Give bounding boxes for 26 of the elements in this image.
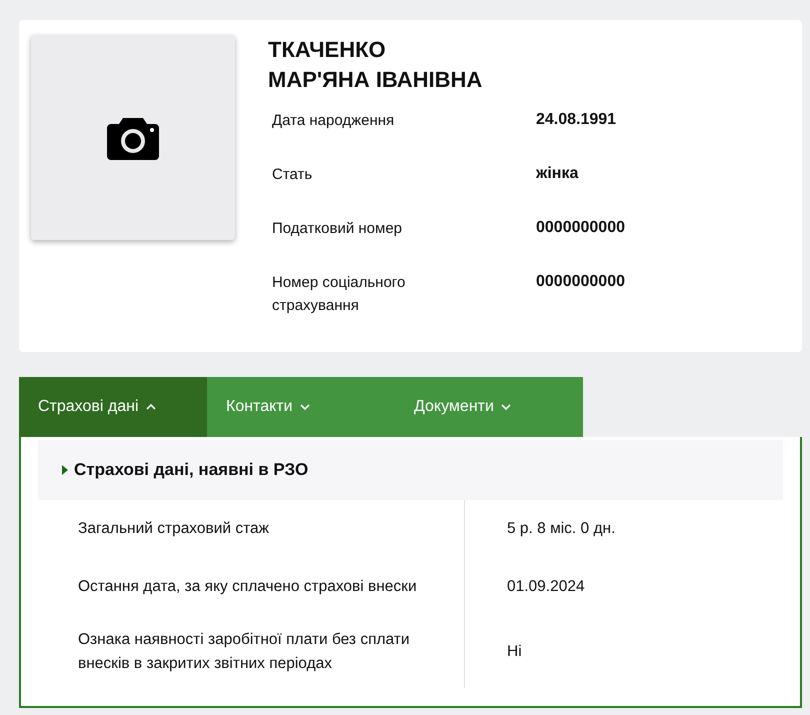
section-title: Страхові дані, наявні в РЗО — [74, 460, 308, 480]
tab[interactable]: Документи — [395, 377, 583, 437]
row-label: Ознака наявності заробітної плати без сплати внесків в закритих звітних періодах — [78, 630, 411, 674]
camera-icon — [107, 116, 159, 160]
field-value: 24.08.1991 — [536, 110, 618, 129]
field-label: Номер соціального страхування — [272, 273, 406, 316]
row-value: Ні — [507, 643, 522, 661]
tab[interactable]: Страхові дані — [19, 377, 207, 437]
section-header[interactable]: Страхові дані, наявні в РЗО — [38, 440, 783, 500]
chevron-icon — [144, 403, 157, 411]
row-value: 5 р. 8 міс. 0 дн. — [507, 520, 616, 538]
row-label: Загальний страховий стаж — [78, 519, 270, 539]
row-value: 01.09.2024 — [507, 578, 585, 596]
field-label: Дата народження — [272, 111, 396, 131]
field-label: Податковий номер — [272, 219, 404, 239]
given-names: МАР'ЯНА ІВАНІВНА — [268, 66, 484, 94]
surname: ТКАЧЕНКО — [268, 36, 387, 64]
triangle-icon — [62, 465, 68, 475]
chevron-icon — [500, 403, 512, 411]
tab[interactable]: Контакти — [207, 377, 395, 437]
field-value: 0000000000 — [536, 218, 626, 237]
field-value: жінка — [536, 164, 580, 183]
field-label: Стать — [272, 165, 314, 185]
chevron-icon — [298, 403, 311, 411]
row-label: Остання дата, за яку сплачено страхові внески — [78, 577, 417, 597]
field-value: 0000000000 — [536, 272, 626, 291]
